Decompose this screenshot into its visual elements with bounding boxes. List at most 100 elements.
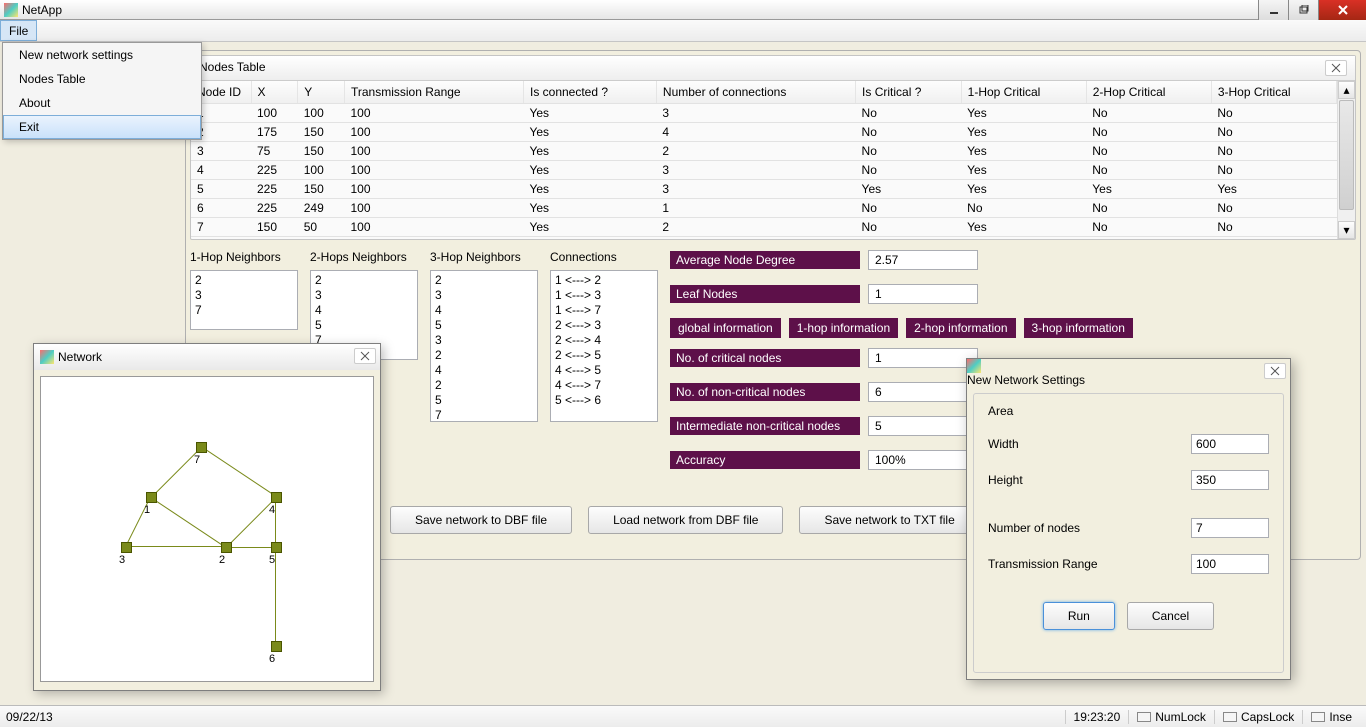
graph-node[interactable] — [271, 492, 282, 503]
list-item[interactable]: 7 — [195, 303, 293, 318]
avg-degree-label: Average Node Degree — [670, 251, 860, 269]
status-insert: Inse — [1302, 710, 1360, 724]
list-item[interactable]: 1 <---> 3 — [555, 288, 653, 303]
menu-nodes-table[interactable]: Nodes Table — [3, 67, 201, 91]
minimize-button[interactable] — [1258, 0, 1288, 20]
run-button[interactable]: Run — [1043, 602, 1115, 630]
load-dbf-button[interactable]: Load network from DBF file — [588, 506, 783, 534]
list-item[interactable]: 1 <---> 2 — [555, 273, 653, 288]
column-header[interactable]: X — [251, 81, 298, 103]
global-info-button[interactable]: global information — [670, 318, 781, 338]
edge — [150, 497, 226, 548]
list-item[interactable]: 3 — [195, 288, 293, 303]
range-input[interactable] — [1191, 554, 1269, 574]
menu-file[interactable]: File — [0, 20, 37, 41]
table-row[interactable]: 715050100Yes2NoYesNoNo — [191, 217, 1337, 236]
panel-close-button[interactable] — [1325, 60, 1347, 76]
connections-label: Connections — [550, 250, 658, 264]
list-item[interactable]: 4 — [435, 363, 533, 378]
table-row[interactable]: 375150100Yes2NoYesNoNo — [191, 141, 1337, 160]
app-icon — [4, 3, 18, 17]
table-row[interactable]: 4225100100Yes3NoYesNoNo — [191, 160, 1337, 179]
table-scrollbar[interactable]: ▴ ▾ — [1337, 81, 1355, 239]
graph-node[interactable] — [271, 542, 282, 553]
graph-node[interactable] — [221, 542, 232, 553]
network-window: Network 1234567 — [33, 343, 381, 691]
list-item[interactable]: 4 <---> 5 — [555, 363, 653, 378]
close-button[interactable] — [1318, 0, 1366, 20]
list-item[interactable]: 2 — [315, 273, 413, 288]
column-header[interactable]: Number of connections — [656, 81, 855, 103]
height-input[interactable] — [1191, 470, 1269, 490]
column-header[interactable]: Y — [298, 81, 345, 103]
network-window-header[interactable]: Network — [34, 344, 380, 370]
maximize-button[interactable] — [1288, 0, 1318, 20]
table-row[interactable]: 2175150100Yes4NoYesNoNo — [191, 122, 1337, 141]
menu-new-network-settings[interactable]: New network settings — [3, 43, 201, 67]
column-header[interactable]: 1-Hop Critical — [961, 81, 1086, 103]
scroll-up-icon[interactable]: ▴ — [1338, 81, 1355, 99]
connections-listbox[interactable]: 1 <---> 21 <---> 31 <---> 72 <---> 32 <-… — [550, 270, 658, 422]
list-item[interactable]: 3 — [435, 333, 533, 348]
menu-about[interactable]: About — [3, 91, 201, 115]
table-row[interactable]: 1100100100Yes3NoYesNoNo — [191, 103, 1337, 122]
column-header[interactable]: Is Critical ? — [856, 81, 962, 103]
graph-node[interactable] — [196, 442, 207, 453]
2hop-info-button[interactable]: 2-hop information — [906, 318, 1015, 338]
scroll-down-icon[interactable]: ▾ — [1338, 221, 1355, 239]
column-header[interactable]: Is connected ? — [523, 81, 656, 103]
settings-header[interactable]: New Network Settings — [967, 359, 1290, 387]
edge — [275, 497, 276, 547]
settings-dialog: New Network Settings Area Width Height N… — [966, 358, 1291, 680]
network-close-button[interactable] — [354, 348, 376, 364]
list-item[interactable]: 2 — [195, 273, 293, 288]
1hop-listbox[interactable]: 237 — [190, 270, 298, 330]
column-header[interactable]: 2-Hop Critical — [1086, 81, 1211, 103]
3hop-info-button[interactable]: 3-hop information — [1024, 318, 1133, 338]
menu-exit[interactable]: Exit — [3, 115, 201, 139]
list-item[interactable]: 5 <---> 6 — [555, 393, 653, 408]
save-txt-button[interactable]: Save network to TXT file — [799, 506, 979, 534]
menubar: File — [0, 20, 1366, 42]
status-capslock: CapsLock — [1214, 710, 1302, 724]
column-header[interactable]: Transmission Range — [345, 81, 524, 103]
list-item[interactable]: 2 <---> 4 — [555, 333, 653, 348]
list-item[interactable]: 2 — [435, 273, 533, 288]
list-item[interactable]: 4 — [315, 303, 413, 318]
settings-close-button[interactable] — [1264, 363, 1286, 379]
width-input[interactable] — [1191, 434, 1269, 454]
list-item[interactable]: 3 — [315, 288, 413, 303]
scroll-thumb[interactable] — [1339, 100, 1354, 210]
list-item[interactable]: 5 — [435, 318, 533, 333]
nodes-label: Number of nodes — [988, 521, 1080, 535]
critical-value: 1 — [868, 348, 978, 368]
save-dbf-button[interactable]: Save network to DBF file — [390, 506, 572, 534]
list-item[interactable]: 3 — [435, 288, 533, 303]
titlebar: NetApp — [0, 0, 1366, 20]
list-item[interactable]: 5 — [435, 393, 533, 408]
keyboard-icon — [1311, 712, 1325, 722]
graph-node[interactable] — [271, 641, 282, 652]
3hop-listbox[interactable]: 2345324257 — [430, 270, 538, 422]
list-item[interactable]: 2 <---> 5 — [555, 348, 653, 363]
graph-node[interactable] — [146, 492, 157, 503]
list-item[interactable]: 4 — [435, 303, 533, 318]
list-item[interactable]: 5 — [315, 318, 413, 333]
graph-node-label: 4 — [269, 504, 275, 516]
list-item[interactable]: 2 <---> 3 — [555, 318, 653, 333]
statusbar: 09/22/13 19:23:20 NumLock CapsLock Inse — [0, 705, 1366, 727]
list-item[interactable]: 7 — [435, 408, 533, 422]
nodes-input[interactable] — [1191, 518, 1269, 538]
1hop-info-button[interactable]: 1-hop information — [789, 318, 898, 338]
cancel-button[interactable]: Cancel — [1127, 602, 1214, 630]
list-item[interactable]: 2 — [435, 378, 533, 393]
table-row[interactable]: 6225249100Yes1NoNoNoNo — [191, 198, 1337, 217]
list-item[interactable]: 1 <---> 7 — [555, 303, 653, 318]
column-header[interactable]: 3-Hop Critical — [1211, 81, 1336, 103]
app-title: NetApp — [22, 3, 62, 17]
network-window-title: Network — [58, 350, 102, 364]
table-row[interactable]: 5225150100Yes3YesYesYesYes — [191, 179, 1337, 198]
list-item[interactable]: 2 — [435, 348, 533, 363]
list-item[interactable]: 4 <---> 7 — [555, 378, 653, 393]
graph-node[interactable] — [121, 542, 132, 553]
